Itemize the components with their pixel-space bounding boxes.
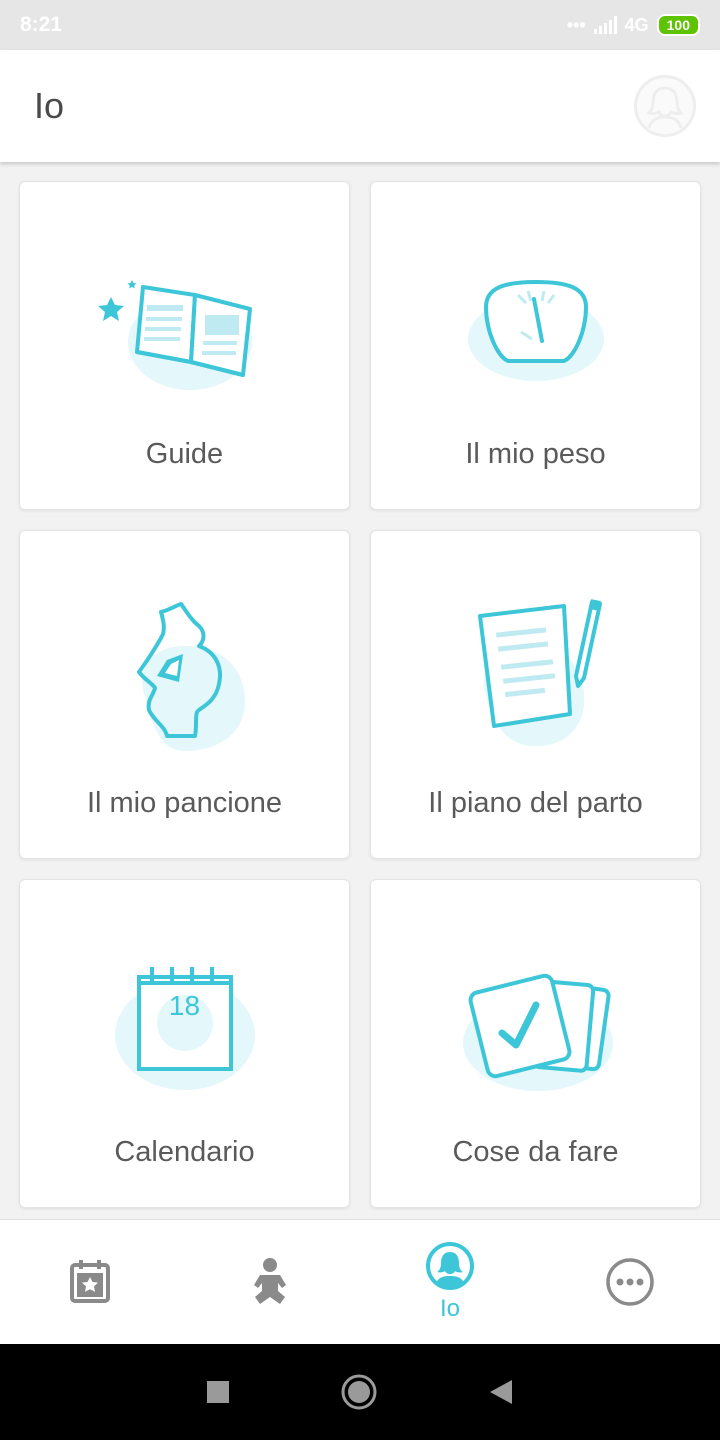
tools-grid: Guide Il mio peso Il mio pancione Il pia… bbox=[19, 181, 702, 1208]
avatar[interactable] bbox=[634, 75, 696, 137]
recent-apps-icon[interactable] bbox=[206, 1380, 230, 1404]
checklist-cards-icon bbox=[446, 940, 626, 1120]
baby-icon bbox=[254, 1258, 286, 1304]
document-pen-icon bbox=[446, 591, 626, 771]
user-profile-icon bbox=[426, 1242, 474, 1290]
dots-icon: ••• bbox=[566, 14, 586, 35]
status-time: 8:21 bbox=[20, 13, 63, 36]
card-my-belly[interactable]: Il mio pancione bbox=[19, 530, 350, 859]
calendar-day: 18 bbox=[168, 990, 201, 1021]
card-label: Il mio pancione bbox=[86, 787, 283, 819]
card-label: Il mio peso bbox=[465, 438, 606, 470]
status-bar: 8:21 ••• 4G 100 bbox=[0, 0, 720, 50]
card-birth-plan[interactable]: Il piano del parto bbox=[370, 530, 701, 859]
nav-item-more[interactable] bbox=[540, 1220, 720, 1344]
battery-indicator: 100 bbox=[656, 14, 700, 36]
open-book-icon bbox=[95, 242, 275, 422]
nav-item-calendar[interactable] bbox=[0, 1220, 180, 1344]
calendar-star-icon bbox=[70, 1260, 110, 1303]
pregnant-belly-icon bbox=[95, 591, 275, 771]
signal-icon bbox=[593, 16, 617, 34]
card-label: Il piano del parto bbox=[428, 787, 643, 819]
user-avatar-icon bbox=[646, 86, 684, 128]
card-calendar[interactable]: 18 Calendario bbox=[19, 879, 350, 1208]
back-icon[interactable] bbox=[488, 1378, 514, 1406]
nav-label: Io bbox=[439, 1295, 460, 1322]
system-nav-bar bbox=[0, 1344, 720, 1440]
home-icon[interactable] bbox=[340, 1373, 378, 1411]
card-label: Guide bbox=[145, 438, 224, 470]
scale-icon bbox=[446, 242, 626, 422]
page-title: Io bbox=[34, 85, 65, 126]
nav-item-baby[interactable] bbox=[180, 1220, 360, 1344]
card-guide[interactable]: Guide bbox=[19, 181, 350, 510]
more-icon bbox=[606, 1258, 654, 1306]
card-label: Calendario bbox=[114, 1136, 255, 1168]
card-label: Cose da fare bbox=[452, 1136, 619, 1168]
network-type: 4G bbox=[624, 14, 649, 35]
app-bar: Io bbox=[0, 50, 720, 162]
nav-item-me[interactable]: Io bbox=[360, 1220, 540, 1344]
card-my-weight[interactable]: Il mio peso bbox=[370, 181, 701, 510]
bottom-nav: Io bbox=[0, 1219, 720, 1344]
status-indicators: ••• 4G 100 bbox=[567, 14, 700, 36]
calendar-icon bbox=[95, 940, 275, 1120]
card-todo[interactable]: Cose da fare bbox=[370, 879, 701, 1208]
